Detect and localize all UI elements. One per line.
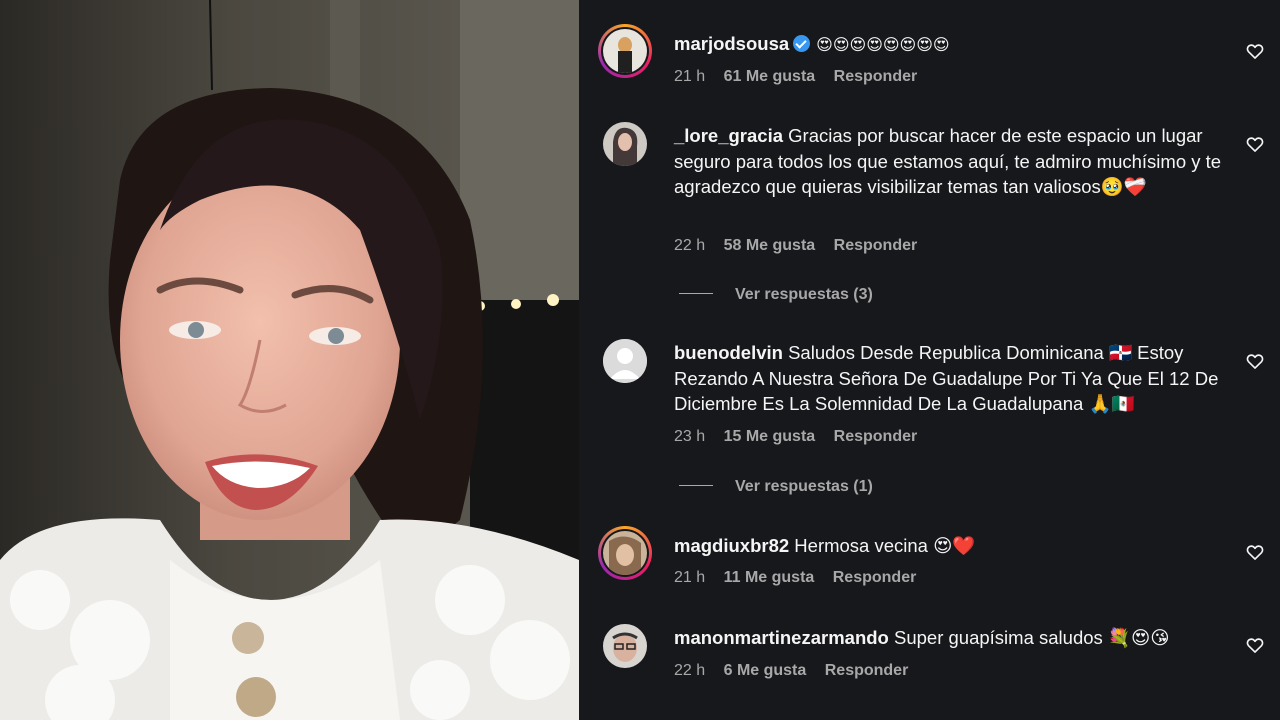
comment-body: magdiuxbr82 Hermosa vecina 😍❤️	[674, 533, 1234, 559]
comment-likes[interactable]: 61 Me gusta	[724, 68, 816, 85]
view-replies-label: Ver respuestas (1)	[735, 478, 873, 495]
comment-time: 22 h	[674, 662, 706, 679]
verified-badge-icon	[793, 35, 811, 52]
comment-meta: 21 h 61 Me gusta Responder	[674, 68, 931, 86]
avatar-photo	[603, 531, 647, 575]
reply-button[interactable]: Responder	[833, 569, 917, 586]
comment-likes[interactable]: 11 Me gusta	[724, 569, 815, 586]
comment-body: _lore_gracia Gracias por buscar hacer de…	[674, 123, 1234, 200]
reply-button[interactable]: Responder	[825, 662, 909, 679]
comment-username[interactable]: marjodsousa	[674, 33, 789, 54]
comment-time: 23 h	[674, 428, 706, 445]
user-avatar[interactable]	[603, 624, 647, 668]
user-avatar-story-ring[interactable]	[598, 24, 652, 78]
comment-text: Hermosa vecina 😍❤️	[794, 535, 976, 556]
view-replies-button[interactable]: Ver respuestas (3)	[679, 286, 873, 304]
view-replies-label: Ver respuestas (3)	[735, 286, 873, 303]
heart-outline-icon[interactable]	[1245, 134, 1265, 154]
comment-body: buenodelvin Saludos Desde Republica Domi…	[674, 340, 1234, 417]
replies-divider	[679, 485, 713, 486]
view-replies-button[interactable]: Ver respuestas (1)	[679, 478, 873, 496]
comment-meta: 22 h 6 Me gusta Responder	[674, 662, 922, 680]
replies-divider	[679, 293, 713, 294]
comment-username[interactable]: _lore_gracia	[674, 125, 783, 146]
comment-text: Super guapísima saludos 💐😍😘	[894, 627, 1170, 648]
heart-outline-icon[interactable]	[1245, 635, 1265, 655]
video-frame[interactable]	[0, 0, 579, 720]
comment-meta: 21 h 11 Me gusta Responder	[674, 569, 930, 587]
comment-username[interactable]: buenodelvin	[674, 342, 783, 363]
default-avatar-icon	[603, 339, 647, 383]
comment-username[interactable]: magdiuxbr82	[674, 535, 789, 556]
heart-outline-icon[interactable]	[1245, 542, 1265, 562]
comment-time: 21 h	[674, 569, 706, 586]
user-avatar[interactable]	[603, 339, 647, 383]
reply-button[interactable]: Responder	[834, 68, 918, 85]
avatar-photo	[603, 29, 647, 73]
avatar-photo	[603, 624, 647, 668]
comment-username[interactable]: manonmartinezarmando	[674, 627, 889, 648]
comment-meta: 23 h 15 Me gusta Responder	[674, 428, 931, 446]
comment-likes[interactable]: 15 Me gusta	[724, 428, 816, 445]
video-image	[0, 0, 579, 720]
heart-outline-icon[interactable]	[1245, 351, 1265, 371]
reply-button[interactable]: Responder	[834, 428, 918, 445]
comment-body: marjodsousa 😍😍😍😍😍😍😍😍	[674, 31, 1234, 58]
avatar-photo	[603, 122, 647, 166]
comment-body: manonmartinezarmando Super guapísima sal…	[674, 625, 1234, 651]
user-avatar[interactable]	[603, 122, 647, 166]
comment-text: 😍😍😍😍😍😍😍😍	[816, 35, 950, 54]
reply-button[interactable]: Responder	[834, 237, 918, 254]
comment-likes[interactable]: 6 Me gusta	[724, 662, 807, 679]
comment-meta: 22 h 58 Me gusta Responder	[674, 237, 931, 255]
comment-time: 22 h	[674, 237, 706, 254]
comments-panel[interactable]: marjodsousa 😍😍😍😍😍😍😍😍 21 h 61 Me gusta Res…	[579, 0, 1280, 720]
user-avatar-story-ring[interactable]	[598, 526, 652, 580]
heart-outline-icon[interactable]	[1245, 41, 1265, 61]
comment-likes[interactable]: 58 Me gusta	[724, 237, 816, 254]
comment-time: 21 h	[674, 68, 706, 85]
